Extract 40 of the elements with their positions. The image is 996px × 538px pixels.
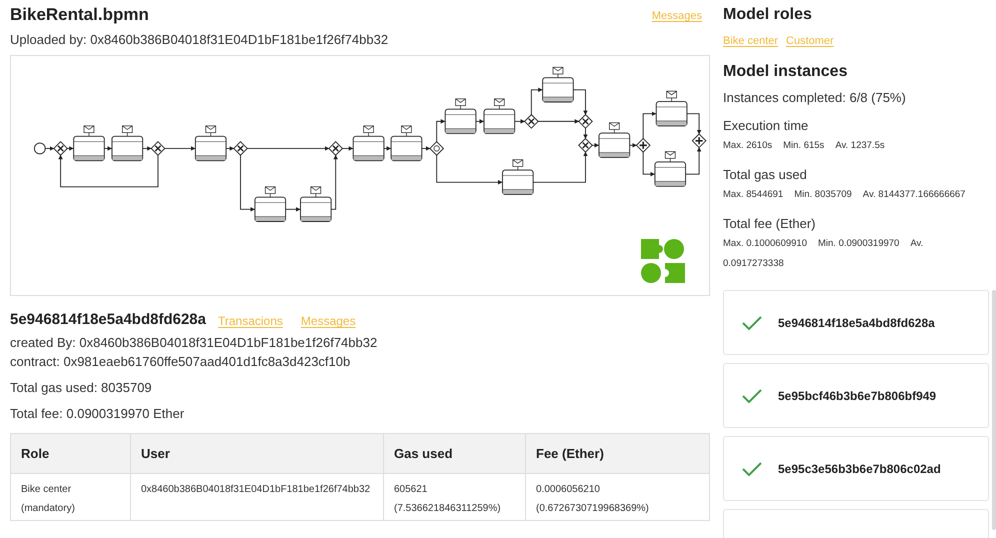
uploaded-by: Uploaded by: 0x8460b386B04018f31E04D1bF181be1f26f74bb32 — [10, 31, 390, 49]
contract-address: contract: 0x981eaeb61760ffe507aad401d1fc8a3d423cf10b — [10, 353, 352, 371]
instance-card-id: 5e946814f18e5a4bd8fd628a — [778, 314, 935, 332]
stat-label: Total gas used — [723, 166, 808, 184]
instance-card[interactable]: 5e95bcf46b3b6e7b806bf949 — [723, 363, 990, 428]
stat-values: Max. 2610s Min. 615s Av. 1237.5s — [723, 139, 886, 153]
check-icon — [742, 388, 762, 404]
created-by: created By: 0x8460b386B04018f31E04D1bF181be1f26f74bb32 — [10, 334, 378, 352]
table-cell: Bike center (mandatory) — [10, 474, 130, 520]
stat-values: Max. 0.1000609910 Min. 0.0900319970 Av. 0.0917273338 — [723, 237, 924, 271]
instance-card-id: 5e95c3e56b3b6e7b806c02ad — [778, 460, 941, 478]
column-header: Role — [10, 434, 130, 474]
role-link[interactable]: Bike center — [723, 34, 778, 48]
instance-card[interactable]: 5e95c3e56b3b6e7b806c02ad — [723, 436, 990, 501]
total-fee: Total fee: 0.0900319970 Ether — [10, 405, 186, 423]
stat-values: Max. 8544691 Min. 8035709 Av. 8144377.166666667 — [723, 188, 966, 202]
stat-label: Total fee (Ether) — [723, 215, 816, 233]
column-header: Gas used — [384, 434, 526, 474]
model-instances-title: Model instances — [723, 62, 848, 82]
role-link[interactable]: Customer — [786, 34, 834, 48]
model-roles-title: Model roles — [723, 5, 813, 25]
instance-card[interactable]: 5e946814f18e5a4bd8fd628a — [723, 290, 990, 355]
column-header: Fee (Ether) — [526, 434, 710, 474]
puzzle-logo-icon — [641, 239, 685, 283]
table-cell: 605621 (7.536621846311259%) — [384, 474, 526, 520]
check-icon — [742, 314, 762, 330]
instances-completed: Instances completed: 6/8 (75%) — [723, 89, 907, 107]
model-title: BikeRental.bpmn — [10, 4, 149, 26]
check-icon — [742, 460, 762, 476]
instance-link[interactable]: Messages — [300, 312, 356, 330]
messages-link[interactable]: Messages — [652, 8, 702, 24]
instance-id: 5e946814f18e5a4bd8fd628a — [10, 310, 206, 330]
stat-label: Execution time — [723, 117, 810, 135]
table-cell: 0.0006056210 (0.6726730719968369%) — [526, 474, 710, 520]
instance-link[interactable]: Transacions — [218, 312, 283, 330]
table-cell: 0x8460b386B04018f31E04D1bF181be1f26f74bb32 — [130, 474, 384, 520]
instance-card-id: 5e95bcf46b3b6e7b806bf949 — [778, 388, 936, 404]
column-header: User — [130, 434, 384, 474]
scrollbar[interactable] — [992, 290, 996, 530]
total-gas: Total gas used: 8035709 — [10, 379, 153, 397]
